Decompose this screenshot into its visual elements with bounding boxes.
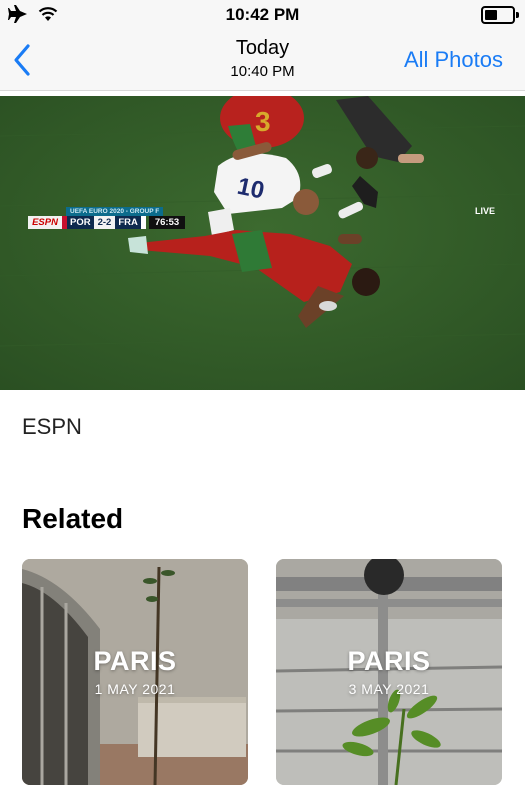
related-heading: Related xyxy=(22,503,124,534)
scorebug-home-team: POR xyxy=(67,216,94,229)
svg-text:10: 10 xyxy=(235,173,267,205)
football-match-image: 3 10 xyxy=(0,96,525,390)
scorebug-away-flag xyxy=(140,216,146,229)
navigation-bar: Today 10:40 PM All Photos xyxy=(0,30,525,91)
photo-viewer[interactable]: 3 10 UEFA EURO 2020 - GROUP F ESPN POR 2… xyxy=(0,96,525,390)
scorebug-away-team: FRA xyxy=(115,216,141,229)
related-memory-card[interactable]: PARIS 1 MAY 2021 xyxy=(22,559,248,785)
scorebug-clock: 76:53 xyxy=(148,216,186,229)
memory-title: PARIS xyxy=(93,646,177,676)
scorebug-competition: UEFA EURO 2020 - GROUP F xyxy=(66,207,164,216)
status-time: 10:42 PM xyxy=(225,5,300,24)
live-label: LIVE xyxy=(474,206,495,216)
related-memory-card[interactable]: PARIS 3 MAY 2021 xyxy=(276,559,502,785)
battery-tip xyxy=(516,12,519,18)
svg-text:3: 3 xyxy=(255,106,271,137)
scorebug-network: ESPN xyxy=(28,216,62,229)
memory-title: PARIS xyxy=(347,646,431,676)
status-bar: 10:42 PM xyxy=(0,0,525,30)
scorebug: ESPN POR 2-2 FRA 76:53 xyxy=(28,216,186,229)
memory-date: 1 MAY 2021 xyxy=(94,681,176,697)
battery-level xyxy=(485,10,497,20)
scorebug-score: 2-2 xyxy=(93,216,116,229)
battery-icon xyxy=(481,6,519,24)
photo-caption[interactable]: ESPN xyxy=(22,414,82,440)
all-photos-button[interactable]: All Photos xyxy=(404,47,503,73)
memory-date: 3 MAY 2021 xyxy=(348,681,430,697)
